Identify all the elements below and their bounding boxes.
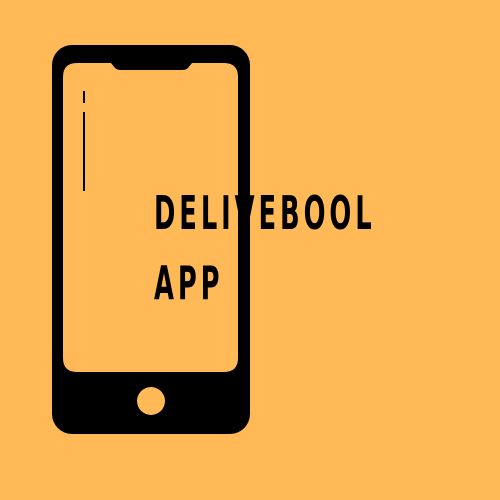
screen-cursor-short — [83, 91, 85, 103]
home-button — [137, 387, 165, 415]
app-name-line-2: APP — [154, 256, 224, 310]
screen-cursor-long — [83, 112, 85, 191]
app-logo: { "logo": { "name_line_1": "DELIVEBOOL",… — [0, 0, 500, 500]
app-name: DELIVEBOOL APP — [154, 178, 376, 318]
app-name-line-1: DELIVEBOOL — [154, 186, 376, 240]
